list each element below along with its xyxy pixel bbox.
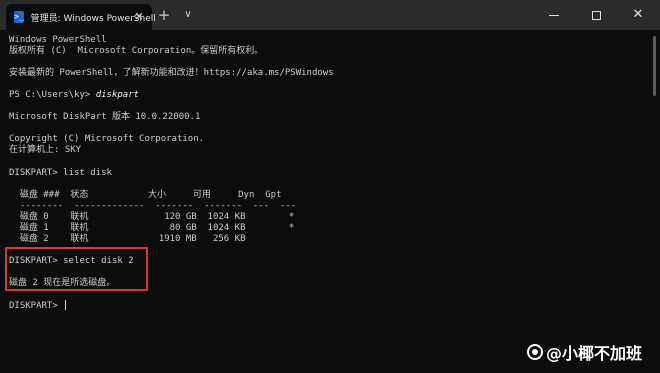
scrollbar-thumb[interactable] bbox=[653, 36, 656, 96]
prompt-line: PS C:\Users\ky> diskpart bbox=[9, 90, 648, 101]
terminal-line: 版权所有 (C) Microsoft Corporation。保留所有权利。 bbox=[9, 46, 264, 57]
maximize-button[interactable] bbox=[576, 0, 616, 30]
ps-prompt: PS C:\Users\ky> bbox=[9, 90, 96, 101]
powershell-icon: >_ bbox=[14, 11, 24, 23]
terminal-output[interactable]: Windows PowerShell 版权所有 (C) Microsoft Co… bbox=[0, 30, 648, 373]
diskpart-prompt: DISKPART> bbox=[9, 301, 64, 312]
minimize-button[interactable] bbox=[534, 0, 574, 30]
close-tab-icon[interactable]: ✕ bbox=[132, 10, 146, 24]
watermark: @小椰不加班 bbox=[527, 342, 643, 363]
terminal-line: DISKPART> list disk bbox=[9, 167, 112, 178]
new-tab-button[interactable]: + bbox=[156, 7, 172, 23]
terminal-line: Copyright (C) Microsoft Corporation. bbox=[9, 134, 205, 145]
watermark-logo-icon bbox=[527, 344, 543, 360]
tab-powershell[interactable]: >_ 管理员: Windows PowerShell ✕ bbox=[6, 4, 156, 30]
typed-command: diskpart bbox=[95, 90, 140, 101]
text-cursor bbox=[65, 300, 67, 311]
terminal-line: Windows PowerShell bbox=[9, 35, 107, 45]
disk-table-header: 磁盘 ### 状态 大小 可用 Dyn Gpt bbox=[9, 189, 282, 200]
powershell-window: >_ 管理员: Windows PowerShell ✕ + ∨ ✕ Windo… bbox=[0, 0, 660, 373]
scrollbar[interactable] bbox=[650, 30, 660, 373]
terminal-line: Microsoft DiskPart 版本 10.0.22000.1 bbox=[9, 112, 201, 123]
title-bar[interactable]: >_ 管理员: Windows PowerShell ✕ + ∨ ✕ bbox=[0, 0, 660, 30]
disk-table-divider: -------- ------------- ------- ------- -… bbox=[9, 200, 297, 211]
highlight-box bbox=[5, 247, 148, 291]
disk-table-row: 磁盘 0 联机 120 GB 1024 KB * bbox=[9, 211, 295, 222]
tab-dropdown-icon[interactable]: ∨ bbox=[180, 7, 196, 23]
disk-table-row: 磁盘 1 联机 80 GB 1024 KB * bbox=[9, 222, 295, 233]
terminal-line: 安装最新的 PowerShell，了解新功能和改进！https://aka.ms… bbox=[9, 68, 334, 79]
close-window-button[interactable]: ✕ bbox=[618, 0, 658, 30]
maximize-icon bbox=[591, 11, 601, 20]
terminal-line: 在计算机上: SKY bbox=[9, 145, 82, 156]
watermark-text: @小椰不加班 bbox=[546, 344, 643, 363]
minimize-icon bbox=[549, 15, 559, 16]
disk-table-row: 磁盘 2 联机 1910 MB 256 KB bbox=[9, 233, 246, 244]
current-prompt-line[interactable]: DISKPART> bbox=[9, 300, 648, 311]
